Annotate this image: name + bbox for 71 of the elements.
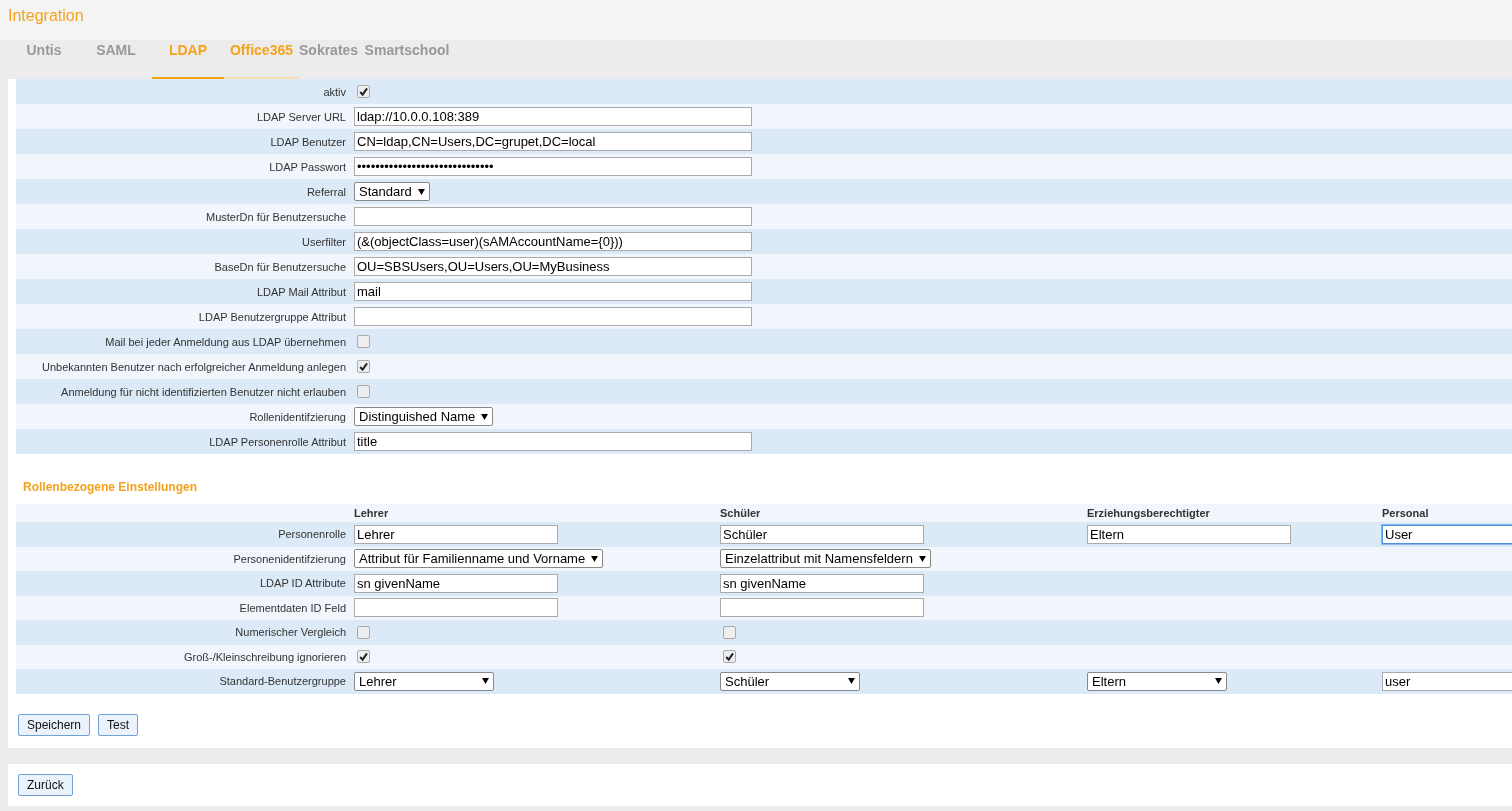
- input-field[interactable]: Lehrer: [354, 524, 558, 544]
- input-field[interactable]: Schüler: [720, 524, 924, 544]
- field-label: Groß-/Kleinschreibung ignorieren: [182, 650, 347, 663]
- caret-icon: [918, 555, 926, 562]
- field-label: Standard-Benutzergruppe: [218, 675, 347, 688]
- field-label: Rollenidentifzierung: [248, 410, 347, 423]
- field-label: LDAP Passwort: [268, 160, 347, 173]
- checkbox[interactable]: [723, 625, 736, 639]
- field-label: aktiv: [322, 85, 347, 98]
- column-header: Personal: [1382, 507, 1430, 519]
- column-header: Erziehungsberechtigter: [1087, 507, 1211, 519]
- dropdown[interactable]: Attribut für Familienname und Vorname: [354, 549, 604, 569]
- action-button[interactable]: Test: [98, 713, 139, 736]
- input-field[interactable]: Eltern: [1087, 524, 1291, 544]
- dropdown[interactable]: Einzelattribut mit Namensfeldern: [720, 549, 931, 569]
- field-label: Elementdaten ID Feld: [238, 601, 347, 614]
- page-title: Integration: [8, 7, 84, 25]
- field-label: Anmeldung für nicht identifizierten Benutzer nicht erlauben: [60, 385, 347, 398]
- checkbox[interactable]: [357, 360, 370, 373]
- field-label: Unbekannten Benutzer nach erfolgreicher Anmeldung anlegen: [41, 360, 347, 373]
- input-field[interactable]: sn givenName: [354, 573, 558, 593]
- dropdown[interactable]: Eltern: [1087, 671, 1227, 691]
- input-field[interactable]: user: [1382, 671, 1512, 691]
- input-field[interactable]: (&(objectClass=user)(sAMAccountName={0})): [354, 232, 752, 251]
- dropdown[interactable]: Schüler: [720, 671, 860, 691]
- checkbox[interactable]: [357, 650, 370, 664]
- input-field[interactable]: mail: [354, 282, 752, 301]
- section-title: Rollenbezogene Einstellungen: [22, 479, 199, 496]
- field-label: Userfilter: [301, 235, 347, 248]
- dropdown[interactable]: Lehrer: [354, 671, 494, 691]
- column-header: Schüler: [720, 507, 762, 519]
- field-label: LDAP Benutzer: [269, 135, 347, 148]
- field-label: Referral: [305, 185, 347, 198]
- field-label: LDAP Benutzergruppe Attribut: [197, 310, 347, 323]
- field-label: Personenidentifzierung: [232, 552, 347, 565]
- input-field[interactable]: CN=ldap,CN=Users,DC=grupet,DC=local: [354, 132, 752, 151]
- input-field[interactable]: User: [1382, 524, 1512, 544]
- input-field[interactable]: ldap://10.0.0.108:389: [354, 107, 752, 126]
- field-label: MusterDn für Benutzersuche: [205, 210, 347, 223]
- caret-icon: [848, 678, 855, 685]
- input-field[interactable]: [354, 598, 558, 618]
- field-label: BaseDn für Benutzersuche: [213, 260, 347, 273]
- field-label: LDAP Personenrolle Attribut: [208, 435, 347, 448]
- input-field[interactable]: ••••••••••••••••••••••••••••••: [354, 157, 752, 176]
- back-button[interactable]: Zurück: [18, 773, 73, 796]
- field-label: Personenrolle: [277, 528, 347, 541]
- caret-icon: [591, 555, 599, 562]
- field-label: Mail bei jeder Anmeldung aus LDAP übernehmen: [104, 335, 347, 348]
- input-field[interactable]: [354, 207, 752, 226]
- checkbox[interactable]: [357, 625, 370, 639]
- checkbox[interactable]: [357, 335, 370, 348]
- checkbox[interactable]: [357, 85, 370, 98]
- input-field[interactable]: sn givenName: [720, 573, 924, 593]
- field-label: LDAP Server URL: [255, 110, 347, 123]
- input-field[interactable]: OU=SBSUsers,OU=Users,OU=MyBusiness: [354, 257, 752, 276]
- checkbox[interactable]: [357, 385, 370, 398]
- caret-icon: [482, 678, 489, 685]
- dropdown[interactable]: Distinguished Name: [354, 407, 494, 426]
- caret-icon: [417, 188, 425, 195]
- input-field[interactable]: [720, 598, 924, 618]
- input-field[interactable]: [354, 307, 752, 326]
- caret-icon: [1215, 678, 1222, 685]
- column-header: Lehrer: [354, 507, 390, 519]
- input-field[interactable]: title: [354, 432, 752, 451]
- field-label: LDAP Mail Attribut: [255, 285, 347, 298]
- field-label: LDAP ID Attribute: [259, 577, 347, 590]
- field-label: Numerischer Vergleich: [234, 626, 347, 639]
- caret-icon: [481, 413, 489, 420]
- dropdown[interactable]: Standard: [354, 182, 430, 201]
- checkbox[interactable]: [723, 650, 736, 664]
- action-button[interactable]: Speichern: [18, 713, 91, 736]
